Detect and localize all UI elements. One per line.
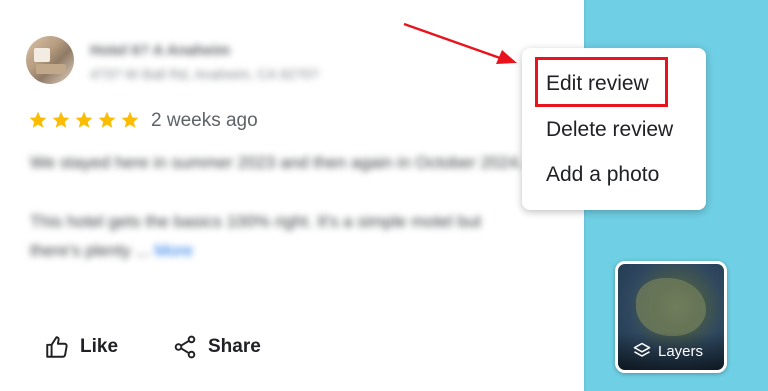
menu-item-add-photo[interactable]: Add a photo — [546, 163, 659, 187]
review-time: 2 weeks ago — [151, 110, 258, 131]
star-icon — [121, 111, 139, 128]
star-icon — [52, 111, 70, 128]
thumbs-up-icon — [46, 336, 68, 358]
review-text: We stayed here in summer 2023 and then a… — [30, 148, 535, 295]
like-label: Like — [80, 336, 119, 357]
place-address: 4?3? W Ball Rd, Anaheim, CA 92?0? — [90, 66, 319, 82]
share-button[interactable]: Share — [172, 334, 261, 360]
star-icon — [29, 111, 47, 128]
share-label: Share — [208, 336, 261, 357]
star-icon — [98, 111, 116, 128]
layers-button[interactable]: Layers — [615, 261, 727, 373]
review-panel: Hotel 6? A Anaheim 4?3? W Ball Rd, Anahe… — [0, 0, 584, 391]
review-paragraph: This hotel gets the basics 100% right. I… — [30, 212, 482, 260]
star-icon — [75, 111, 93, 128]
annotation-highlight-box — [535, 57, 668, 107]
share-icon — [174, 335, 196, 359]
layers-icon — [633, 342, 651, 357]
like-button[interactable]: Like — [44, 334, 118, 360]
place-name[interactable]: Hotel 6? A Anaheim — [90, 42, 230, 59]
menu-item-delete-review[interactable]: Delete review — [546, 118, 673, 142]
star-rating — [28, 110, 140, 132]
place-thumbnail[interactable] — [26, 36, 74, 84]
more-link[interactable]: More — [154, 241, 193, 260]
review-paragraph: We stayed here in summer 2023 and then a… — [30, 153, 523, 172]
layers-label: Layers — [658, 342, 704, 360]
